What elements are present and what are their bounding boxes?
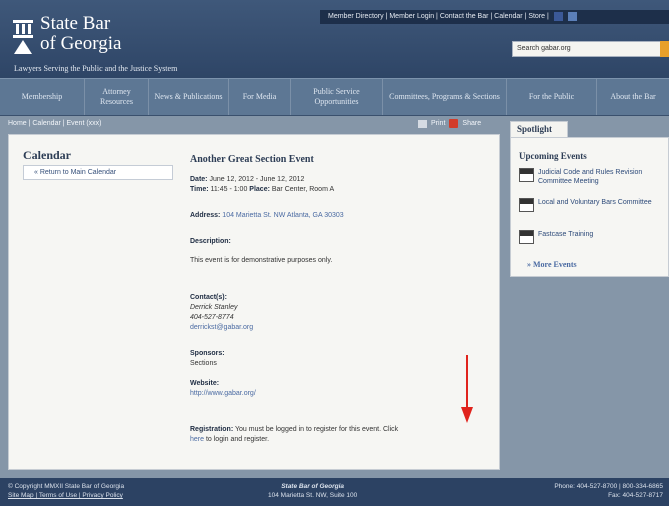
nav-membership[interactable]: Membership <box>0 79 84 115</box>
date-label: Date: <box>190 176 208 183</box>
brand-line-1: State Bar <box>40 13 111 34</box>
print-icon[interactable] <box>418 119 427 128</box>
description-label: Description: <box>190 237 231 247</box>
footer-org: State Bar of Georgia <box>281 483 345 490</box>
place-label: Place: <box>249 186 270 193</box>
contact-label: Contact(s): <box>190 293 227 303</box>
footer-address: 104 Marietta St. NW, Suite 100 <box>268 492 358 499</box>
event-date: Date: June 12, 2012 - June 12, 2012 <box>190 175 304 185</box>
calendar-title: Calendar <box>23 148 71 162</box>
event-title: Another Great Section Event <box>190 154 314 165</box>
search-button[interactable] <box>660 41 669 57</box>
contact-name: Derrick Stanley <box>190 304 238 311</box>
spotlight-event[interactable]: Local and Voluntary Bars Committee <box>519 198 667 212</box>
site-logo-text[interactable]: State Bar of Georgia <box>40 14 121 54</box>
registration-text: You must be logged in to register for th… <box>235 426 399 433</box>
store-link[interactable]: Store <box>528 13 545 20</box>
logo-icon[interactable] <box>12 18 34 54</box>
spotlight-tab[interactable]: Spotlight <box>510 121 568 137</box>
spotlight-event-label[interactable]: Fastcase Training <box>538 230 593 244</box>
description-text: This event is for demonstrative purposes… <box>190 257 333 264</box>
sponsors-label: Sponsors: <box>190 349 225 359</box>
footer-mid: State Bar of Georgia 104 Marietta St. NW… <box>268 482 357 500</box>
member-directory-link[interactable]: Member Directory <box>328 13 384 20</box>
calendar-icon <box>519 168 534 182</box>
facebook-icon[interactable] <box>553 11 563 21</box>
nav-for-media[interactable]: For Media <box>228 79 290 115</box>
more-events-link[interactable]: » More Events <box>527 260 577 269</box>
page-tools: Print Share <box>418 119 481 128</box>
registration-info: Registration: You must be logged in to r… <box>190 425 398 435</box>
contact-heading: Contact(s): <box>190 294 227 301</box>
red-arrow-annotation <box>461 355 473 423</box>
registration-heading: Registration: <box>190 426 234 433</box>
footer-phone[interactable]: Phone: 404-527-8700 | 800-334-6865 <box>500 482 663 491</box>
copyright: © Copyright MMXII State Bar of Georgia <box>8 483 125 490</box>
upcoming-events-heading: Upcoming Events <box>519 151 587 161</box>
brand-line-2: of Georgia <box>40 33 122 54</box>
place-value: Bar Center, Room A <box>271 186 335 193</box>
nav-attorney-resources[interactable]: Attorney Resources <box>84 79 148 115</box>
footer-fax: Fax: 404-527-8717 <box>608 492 663 499</box>
share-icon[interactable] <box>449 119 459 128</box>
site-header: Member Directory | Member Login | Contac… <box>0 0 669 78</box>
address-link[interactable]: 104 Marietta St. NW Atlanta, GA 30303 <box>222 212 343 219</box>
calendar-link[interactable]: Calendar <box>494 13 522 20</box>
top-utility-bar: Member Directory | Member Login | Contac… <box>320 10 669 24</box>
search-input[interactable]: Search gabar.org <box>512 41 667 57</box>
address-label: Address: <box>190 212 221 219</box>
website-link[interactable]: http://www.gabar.org/ <box>190 389 256 399</box>
spotlight-event-label[interactable]: Judicial Code and Rules Revision Committ… <box>538 168 667 186</box>
time-label: Time: <box>190 186 209 193</box>
breadcrumb[interactable]: Home | Calendar | Event (xxx) <box>8 120 102 127</box>
registration-line-2: here to login and register. <box>190 435 269 445</box>
sponsors-value: Sections <box>190 360 217 367</box>
website-heading: Website: <box>190 380 220 387</box>
spotlight-event-label[interactable]: Local and Voluntary Bars Committee <box>538 198 652 212</box>
contact-email-link[interactable]: derrickst@gabar.org <box>190 323 253 333</box>
tagline: Lawyers Serving the Public and the Justi… <box>14 64 178 73</box>
registration-tail: to login and register. <box>205 436 270 443</box>
spotlight-panel: Upcoming Events Judicial Code and Rules … <box>510 137 669 277</box>
share-link[interactable]: Share <box>462 120 481 127</box>
return-to-calendar-link[interactable]: « Return to Main Calendar <box>23 165 173 180</box>
nav-committees[interactable]: Committees, Programs & Sections <box>382 79 506 115</box>
sponsors-heading: Sponsors: <box>190 350 225 357</box>
footer-right: Phone: 404-527-8700 | 800-334-6865 Fax: … <box>500 482 663 500</box>
nav-for-public[interactable]: For the Public <box>506 79 596 115</box>
nav-news-publications[interactable]: News & Publications <box>148 79 228 115</box>
nav-about[interactable]: About the Bar <box>596 79 669 115</box>
contact-link[interactable]: Contact the Bar <box>440 13 489 20</box>
website-label: Website: <box>190 379 219 389</box>
linkedin-icon[interactable] <box>567 11 577 21</box>
site-footer: © Copyright MMXII State Bar of Georgia S… <box>0 478 669 506</box>
spotlight-event[interactable]: Fastcase Training <box>519 230 667 244</box>
event-address: Address: 104 Marietta St. NW Atlanta, GA… <box>190 211 344 221</box>
description-heading: Description: <box>190 238 231 245</box>
footer-left: © Copyright MMXII State Bar of Georgia S… <box>8 482 124 500</box>
event-time: Time: 11:45 - 1:00 Place: Bar Center, Ro… <box>190 185 334 195</box>
spotlight-event[interactable]: Judicial Code and Rules Revision Committ… <box>519 168 667 186</box>
nav-public-service[interactable]: Public Service Opportunities <box>290 79 382 115</box>
time-value: 11:45 - 1:00 <box>210 186 248 193</box>
registration-login-link[interactable]: here <box>190 436 204 443</box>
calendar-icon <box>519 230 534 244</box>
main-nav: Membership Attorney Resources News & Pub… <box>0 78 669 116</box>
print-link[interactable]: Print <box>431 120 445 127</box>
footer-links[interactable]: Site Map | Terms of Use | Privacy Policy <box>8 491 124 500</box>
date-value: June 12, 2012 - June 12, 2012 <box>209 176 305 183</box>
calendar-icon <box>519 198 534 212</box>
contact-phone: 404-527-8774 <box>190 314 234 321</box>
member-login-link[interactable]: Member Login <box>389 13 434 20</box>
calendar-panel: Calendar « Return to Main Calendar Anoth… <box>8 134 500 470</box>
